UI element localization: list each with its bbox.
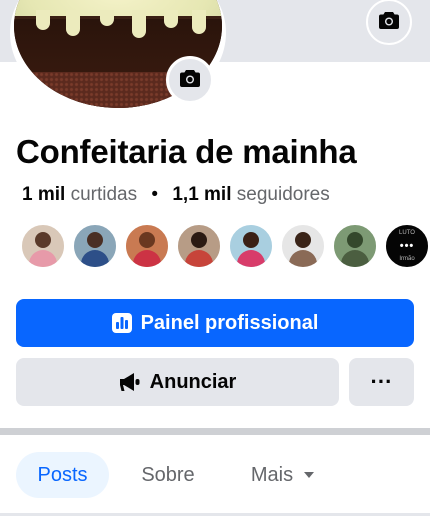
tab-about-label: Sobre — [141, 463, 195, 486]
followers-label[interactable]: seguidores — [237, 184, 330, 205]
advertise-label: Anunciar — [149, 370, 237, 393]
follower-avatar[interactable] — [176, 223, 222, 269]
more-dots-icon: ••• — [399, 240, 415, 252]
tab-more-label: Mais — [250, 463, 294, 486]
cover-camera-button[interactable] — [366, 0, 412, 45]
caret-down-icon — [303, 471, 315, 479]
tab-posts-label: Posts — [37, 463, 88, 486]
likes-label[interactable]: curtidas — [71, 184, 138, 205]
dashboard-icon — [111, 313, 132, 333]
follower-avatar[interactable] — [332, 223, 378, 269]
more-options-button[interactable]: ··· — [349, 358, 414, 406]
likes-count[interactable]: 1 mil — [22, 184, 65, 205]
camera-icon — [180, 69, 200, 92]
more-tag-top: LUTO — [399, 230, 415, 236]
megaphone-icon — [119, 372, 141, 392]
more-options-icon: ··· — [370, 369, 393, 394]
follower-avatar[interactable] — [20, 223, 66, 269]
professional-dashboard-label: Painel profissional — [140, 311, 319, 334]
page-title: Confeitaria de mainha — [16, 133, 357, 170]
professional-dashboard-button[interactable]: Painel profissional — [16, 299, 414, 347]
more-tag-bottom: Irmão — [399, 256, 415, 262]
follower-avatar[interactable] — [72, 223, 118, 269]
advertise-button[interactable]: Anunciar — [16, 358, 339, 406]
more-followers-button[interactable]: LUTO ••• Irmão — [384, 223, 430, 269]
section-divider — [0, 428, 430, 435]
profile-camera-button[interactable] — [166, 56, 214, 104]
page-stats: 1 mil curtidas • 1,1 mil seguidores — [22, 184, 330, 206]
tab-more[interactable]: Mais — [230, 452, 336, 498]
follower-avatar[interactable] — [228, 223, 274, 269]
follower-avatar[interactable] — [280, 223, 326, 269]
follower-avatar[interactable] — [124, 223, 170, 269]
followers-count[interactable]: 1,1 mil — [172, 184, 231, 205]
followers-preview[interactable]: LUTO ••• Irmão — [20, 223, 430, 269]
tab-about[interactable]: Sobre — [122, 452, 214, 498]
camera-icon — [379, 11, 399, 34]
profile-tabs: Posts Sobre Mais — [0, 435, 430, 516]
tab-posts[interactable]: Posts — [16, 452, 109, 498]
stats-separator: • — [151, 184, 159, 205]
